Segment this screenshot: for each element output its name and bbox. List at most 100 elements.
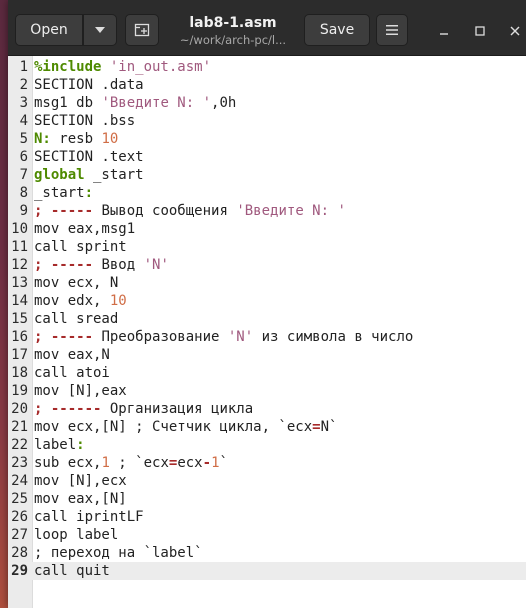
code-token: ; переход на `label` (34, 545, 203, 561)
line-number: 1 (19, 59, 28, 75)
code-token: ; ----- (34, 257, 94, 273)
text-editor[interactable]: 1 %include 'in_out.asm' 2 SECTION .data 3 msg… (8, 56, 526, 608)
open-button[interactable]: Open (15, 14, 83, 46)
code-text: loop label (34, 526, 118, 544)
code-token: N: (34, 131, 51, 147)
code-token: SECTION .text (34, 149, 144, 165)
code-line[interactable]: 1 %include 'in_out.asm' (8, 58, 526, 76)
code-line[interactable]: 20 ; ------ Организация цикла (8, 400, 526, 418)
code-text: mov eax,N (34, 346, 110, 364)
code-text: mov ecx, N (34, 274, 118, 292)
code-token: call sread (34, 311, 119, 327)
code-token: 'N' (143, 257, 169, 273)
close-button[interactable] (504, 20, 526, 42)
code-line[interactable]: 16 ; ----- Преобразование 'N' из символа … (8, 328, 526, 346)
code-token: sub ecx, (34, 455, 102, 471)
code-line[interactable]: 12 ; ----- Ввод 'N' (8, 256, 526, 274)
maximize-button[interactable] (469, 20, 491, 42)
code-token: из символа в число (253, 329, 414, 345)
code-line[interactable]: 21 mov ecx,[N] ; Счетчик цикла, `ecx=N` (8, 418, 526, 436)
code-token: 'Введите N: ' (101, 95, 212, 111)
code-line[interactable]: 26 call iprintLF (8, 508, 526, 526)
new-tab-button[interactable] (125, 14, 159, 46)
header-bar: Open lab8-1.asm ~/work/arch-pc/l... Save (8, 0, 526, 56)
new-tab-icon (134, 23, 150, 37)
line-number: 7 (19, 167, 28, 183)
code-line[interactable]: 29 call quit (8, 562, 526, 580)
code-line[interactable]: 7 global _start (8, 166, 526, 184)
line-number: 26 (11, 509, 28, 525)
line-number: 19 (11, 383, 28, 399)
line-number: 20 (11, 401, 28, 417)
code-line[interactable]: 27 loop label (8, 526, 526, 544)
code-token: call atoi (34, 365, 110, 381)
save-button[interactable]: Save (304, 14, 370, 46)
code-text: mov eax,msg1 (34, 220, 135, 238)
code-line[interactable]: 22 label: (8, 436, 526, 454)
code-text: call sprint (34, 238, 127, 256)
line-number: 15 (11, 311, 28, 327)
code-text: mov [N],eax (34, 382, 127, 400)
code-line[interactable]: 15 call sread (8, 310, 526, 328)
line-number: 6 (19, 149, 28, 165)
line-number: 25 (11, 491, 28, 507)
code-token: ; ----- (34, 203, 94, 219)
line-number: 27 (11, 527, 28, 543)
code-line[interactable]: 18 call atoi (8, 364, 526, 382)
menu-button[interactable] (376, 14, 408, 46)
line-number: 24 (11, 473, 28, 489)
code-line[interactable]: 3 msg1 db 'Введите N: ',0h (8, 94, 526, 112)
code-line[interactable]: 4 SECTION .bss (8, 112, 526, 130)
line-number: 5 (19, 131, 28, 147)
minimize-icon (440, 33, 448, 35)
code-text: label: (34, 436, 85, 454)
code-text: global _start (34, 166, 144, 184)
code-line[interactable]: 11 call sprint (8, 238, 526, 256)
code-token: SECTION .bss (34, 113, 136, 129)
code-token: 1 (211, 455, 220, 471)
code-line[interactable]: 8 _start: (8, 184, 526, 202)
code-line[interactable]: 14 mov edx, 10 (8, 292, 526, 310)
code-line[interactable]: 9 ; ----- Вывод сообщения 'Введите N: ' (8, 202, 526, 220)
open-dropdown-button[interactable] (83, 14, 117, 46)
code-text: sub ecx,1 ; `ecx=ecx-1` (34, 454, 228, 472)
line-number: 29 (11, 563, 28, 579)
code-token: call iprintLF (34, 509, 144, 525)
code-token: ; ------ (34, 401, 102, 417)
code-token: mov [N],eax (34, 383, 127, 399)
window-subtitle: ~/work/arch-pc/l... (179, 33, 287, 47)
code-token: 1 (101, 455, 110, 471)
code-token: 10 (101, 131, 119, 147)
code-token: mov eax,msg1 (34, 221, 136, 237)
code-token: resb (50, 131, 102, 147)
code-line[interactable]: 5 N: resb 10 (8, 130, 526, 148)
line-number: 22 (11, 437, 28, 453)
code-text: N: resb 10 (34, 130, 118, 148)
code-token: mov ecx, N (34, 275, 119, 291)
code-token: ; ----- (34, 329, 94, 345)
code-line[interactable]: 6 SECTION .text (8, 148, 526, 166)
code-token: : (76, 437, 85, 453)
code-line[interactable]: 23 sub ecx,1 ; `ecx=ecx-1` (8, 454, 526, 472)
code-token: label (34, 437, 77, 453)
code-line[interactable]: 28 ; переход на `label` (8, 544, 526, 562)
code-text: ; ------ Организация цикла (34, 400, 253, 418)
code-token: ecx (177, 455, 203, 471)
code-line[interactable]: 19 mov [N],eax (8, 382, 526, 400)
code-token: mov eax,[N] (34, 491, 127, 507)
line-number: 3 (19, 95, 28, 111)
code-line[interactable]: 10 mov eax,msg1 (8, 220, 526, 238)
code-token: Преобразование (93, 329, 228, 345)
code-line[interactable]: 17 mov eax,N (8, 346, 526, 364)
code-line[interactable]: 13 mov ecx, N (8, 274, 526, 292)
code-line[interactable]: 2 SECTION .data (8, 76, 526, 94)
code-text: call quit (34, 562, 110, 580)
code-text: SECTION .bss (34, 112, 135, 130)
minimize-button[interactable] (433, 20, 455, 42)
code-line[interactable]: 25 mov eax,[N] (8, 490, 526, 508)
code-line[interactable]: 24 mov [N],ecx (8, 472, 526, 490)
code-token: 'in_out.asm' (109, 59, 212, 75)
code-text: _start: (34, 184, 93, 202)
window-title: lab8-1.asm (189, 15, 277, 31)
code-token: %include (34, 59, 110, 75)
